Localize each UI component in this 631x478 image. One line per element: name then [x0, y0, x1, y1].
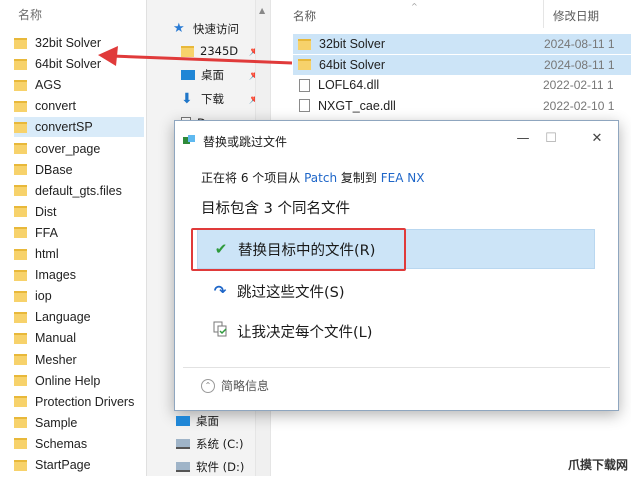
annotation-arrow: [98, 46, 293, 66]
desktop-icon: [176, 416, 190, 426]
nav-item-desktop-2[interactable]: 桌面: [176, 410, 219, 432]
nav-item-drive-c[interactable]: 系统 (C:): [176, 433, 244, 455]
watermark-text: 爪摸下载网: [568, 458, 629, 472]
drive-icon: [176, 462, 190, 472]
nav-item-drive-d[interactable]: 软件 (D:): [176, 456, 244, 478]
drive-icon: [176, 439, 190, 449]
